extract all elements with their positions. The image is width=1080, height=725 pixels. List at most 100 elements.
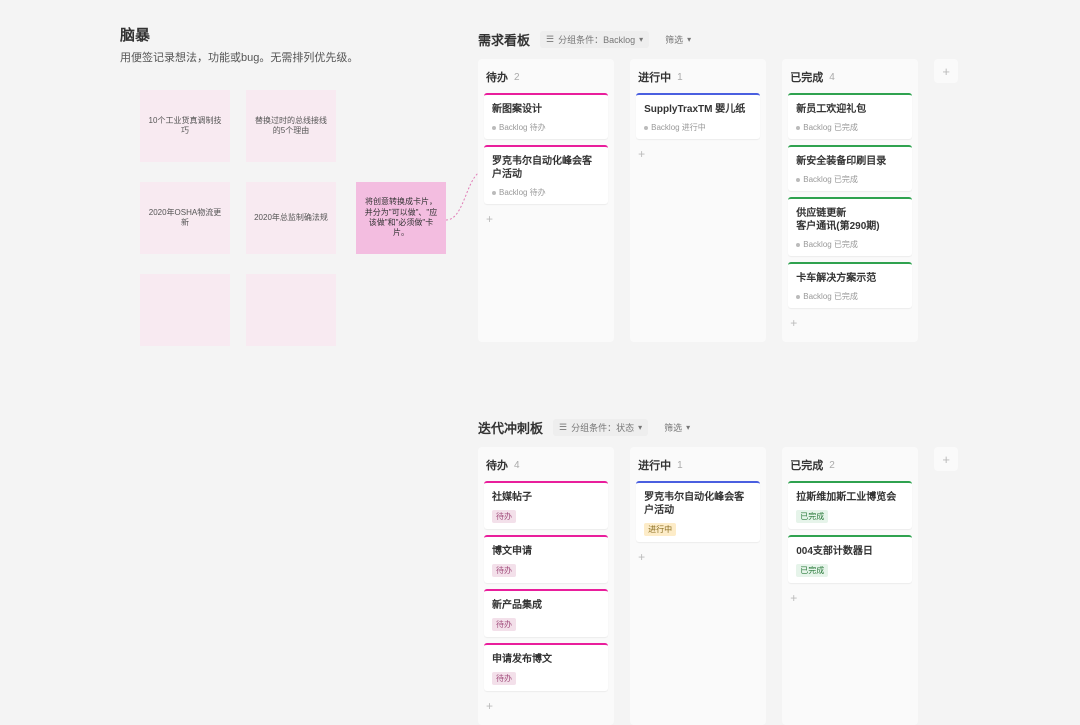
status-tag: 进行中 [644,523,676,536]
kanban-card[interactable]: 博文申请待办 [484,535,608,583]
card-meta-text: Backlog 已完成 [803,291,858,302]
column-count: 2 [829,460,835,471]
column-title: 待办 [486,457,508,473]
card-meta: Backlog 已完成 [796,174,904,185]
column-count: 4 [829,72,835,83]
brainstorm-title: 脑暴 [120,24,460,45]
status-dot-icon [492,191,496,195]
card-title: 新图案设计 [492,103,600,116]
status-tag: 已完成 [796,564,828,577]
add-card-button[interactable]: + [788,589,912,607]
status-tag: 待办 [492,510,516,523]
group-icon: ☰ [546,34,554,45]
add-column-button[interactable]: + [934,59,958,83]
status-dot-icon [796,295,800,299]
board-title: 需求看板 [478,30,530,49]
card-title: 新员工欢迎礼包 [796,103,904,116]
card-meta-text: Backlog 已完成 [803,239,858,250]
kanban-column: 已完成4新员工欢迎礼包Backlog 已完成新安全装备印刷目录Backlog 已… [782,59,918,342]
sticky-note[interactable] [140,274,230,346]
card-title: 新安全装备印刷目录 [796,155,904,168]
card-title: 卡车解决方案示范 [796,272,904,285]
kanban-card[interactable]: 供应链更新 客户通讯(第290期) Backlog 已完成 [788,197,912,256]
sticky-note[interactable]: 2020年总监制确法规 [246,182,336,254]
column-title: 进行中 [638,69,671,85]
kanban-card[interactable]: 罗克韦尔自动化峰会客户活动 Backlog 待办 [484,145,608,204]
chevron-down-icon: ▾ [687,35,691,44]
column-header: 已完成 4 [788,65,912,93]
filter-chip[interactable]: 筛选 ▾ [658,419,696,436]
status-dot-icon [796,178,800,182]
add-column-button[interactable]: + [934,447,958,471]
sticky-note[interactable]: 2020年OSHA物流更新 [140,182,230,254]
kanban-column: 待办4社媒帖子待办博文申请待办新产品集成待办申请发布博文待办+ [478,447,614,725]
kanban-card[interactable]: 罗克韦尔自动化峰会客户活动进行中 [636,481,760,542]
card-title: 新产品集成 [492,599,600,612]
card-title: 罗克韦尔自动化峰会客户活动 [644,491,752,517]
group-icon: ☰ [559,422,567,433]
card-title: 申请发布博文 [492,653,600,666]
column-header: 进行中 1 [636,453,760,481]
add-card-button[interactable]: + [636,548,760,566]
card-meta: Backlog 待办 [492,122,600,133]
column-title: 已完成 [790,69,823,85]
card-meta: Backlog 已完成 [796,239,904,250]
sticky-note[interactable]: 替换过时的总线接线的5个理由 [246,90,336,162]
status-dot-icon [796,126,800,130]
board-header: 需求看板 ☰ 分组条件：Backlog ▾ 筛选 ▾ [478,30,958,49]
card-title: 拉斯维加斯工业博览会 [796,491,904,504]
status-dot-icon [644,126,648,130]
column-title: 进行中 [638,457,671,473]
card-title: SupplyTraxTM 婴儿纸 [644,103,752,116]
column-header: 进行中 1 [636,65,760,93]
kanban-card[interactable]: 申请发布博文待办 [484,643,608,691]
add-card-button[interactable]: + [636,145,760,163]
column-count: 2 [514,72,520,83]
group-by-chip[interactable]: ☰ 分组条件：状态 ▾ [553,419,648,436]
column-header: 待办4 [484,453,608,481]
kanban-column: 进行中1罗克韦尔自动化峰会客户活动进行中+ [630,447,766,725]
kanban-card[interactable]: 新产品集成待办 [484,589,608,637]
add-card-button[interactable]: + [484,210,608,228]
add-card-button[interactable]: + [788,314,912,332]
card-meta-text: Backlog 待办 [499,122,546,133]
board-backlog: 需求看板 ☰ 分组条件：Backlog ▾ 筛选 ▾ 待办2 新图案设计 Backl… [478,30,958,342]
board-columns: 待办4社媒帖子待办博文申请待办新产品集成待办申请发布博文待办+进行中1罗克韦尔自… [478,447,958,725]
card-meta-text: Backlog 已完成 [803,122,858,133]
sticky-note[interactable]: 10个工业货真调制技巧 [140,90,230,162]
column-count: 1 [677,460,683,471]
card-title: 博文申请 [492,545,600,558]
status-tag: 待办 [492,618,516,631]
sticky-note-instruction[interactable]: 将创意转换成卡片，并分为"可以做"、"应该做"和"必须做"卡片。 [356,182,446,254]
filter-chip[interactable]: 筛选 ▾ [659,31,697,48]
column-header: 待办2 [484,65,608,93]
card-meta: Backlog 进行中 [644,122,752,133]
card-meta-text: Backlog 进行中 [651,122,706,133]
kanban-card[interactable]: SupplyTraxTM 婴儿纸 Backlog 进行中 [636,93,760,139]
chevron-down-icon: ▾ [686,423,690,432]
card-meta: Backlog 待办 [492,187,600,198]
board-title: 迭代冲刺板 [478,418,543,437]
kanban-card[interactable]: 社媒帖子待办 [484,481,608,529]
kanban-card[interactable]: 卡车解决方案示范 Backlog 已完成 [788,262,912,308]
kanban-card[interactable]: 004支部计数器日已完成 [788,535,912,583]
brainstorm-section: 脑暴 用便签记录想法，功能或bug。无需排列优先级。 [120,24,460,65]
board-columns: 待办2新图案设计Backlog 待办罗克韦尔自动化峰会客户活动Backlog 待… [478,59,958,342]
board-sprint: 迭代冲刺板 ☰ 分组条件：状态 ▾ 筛选 ▾ 待办4社媒帖子待办博文申请待办新产… [478,418,958,725]
kanban-column: 已完成2拉斯维加斯工业博览会已完成004支部计数器日已完成+ [782,447,918,725]
card-title: 供应链更新 客户通讯(第290期) [796,207,904,233]
column-title: 已完成 [790,457,823,473]
sticky-note[interactable] [246,274,336,346]
kanban-card[interactable]: 新安全装备印刷目录 Backlog 已完成 [788,145,912,191]
kanban-card[interactable]: 新员工欢迎礼包 Backlog 已完成 [788,93,912,139]
kanban-column: 进行中 1 SupplyTraxTM 婴儿纸 Backlog 进行中 + [630,59,766,342]
group-by-chip[interactable]: ☰ 分组条件：Backlog ▾ [540,31,649,48]
status-tag: 待办 [492,672,516,685]
card-title: 罗克韦尔自动化峰会客户活动 [492,155,600,181]
kanban-card[interactable]: 拉斯维加斯工业博览会已完成 [788,481,912,529]
board-header: 迭代冲刺板 ☰ 分组条件：状态 ▾ 筛选 ▾ [478,418,958,437]
kanban-card[interactable]: 新图案设计 Backlog 待办 [484,93,608,139]
status-dot-icon [796,243,800,247]
brainstorm-subtitle: 用便签记录想法，功能或bug。无需排列优先级。 [120,49,460,65]
column-count: 1 [677,72,683,83]
